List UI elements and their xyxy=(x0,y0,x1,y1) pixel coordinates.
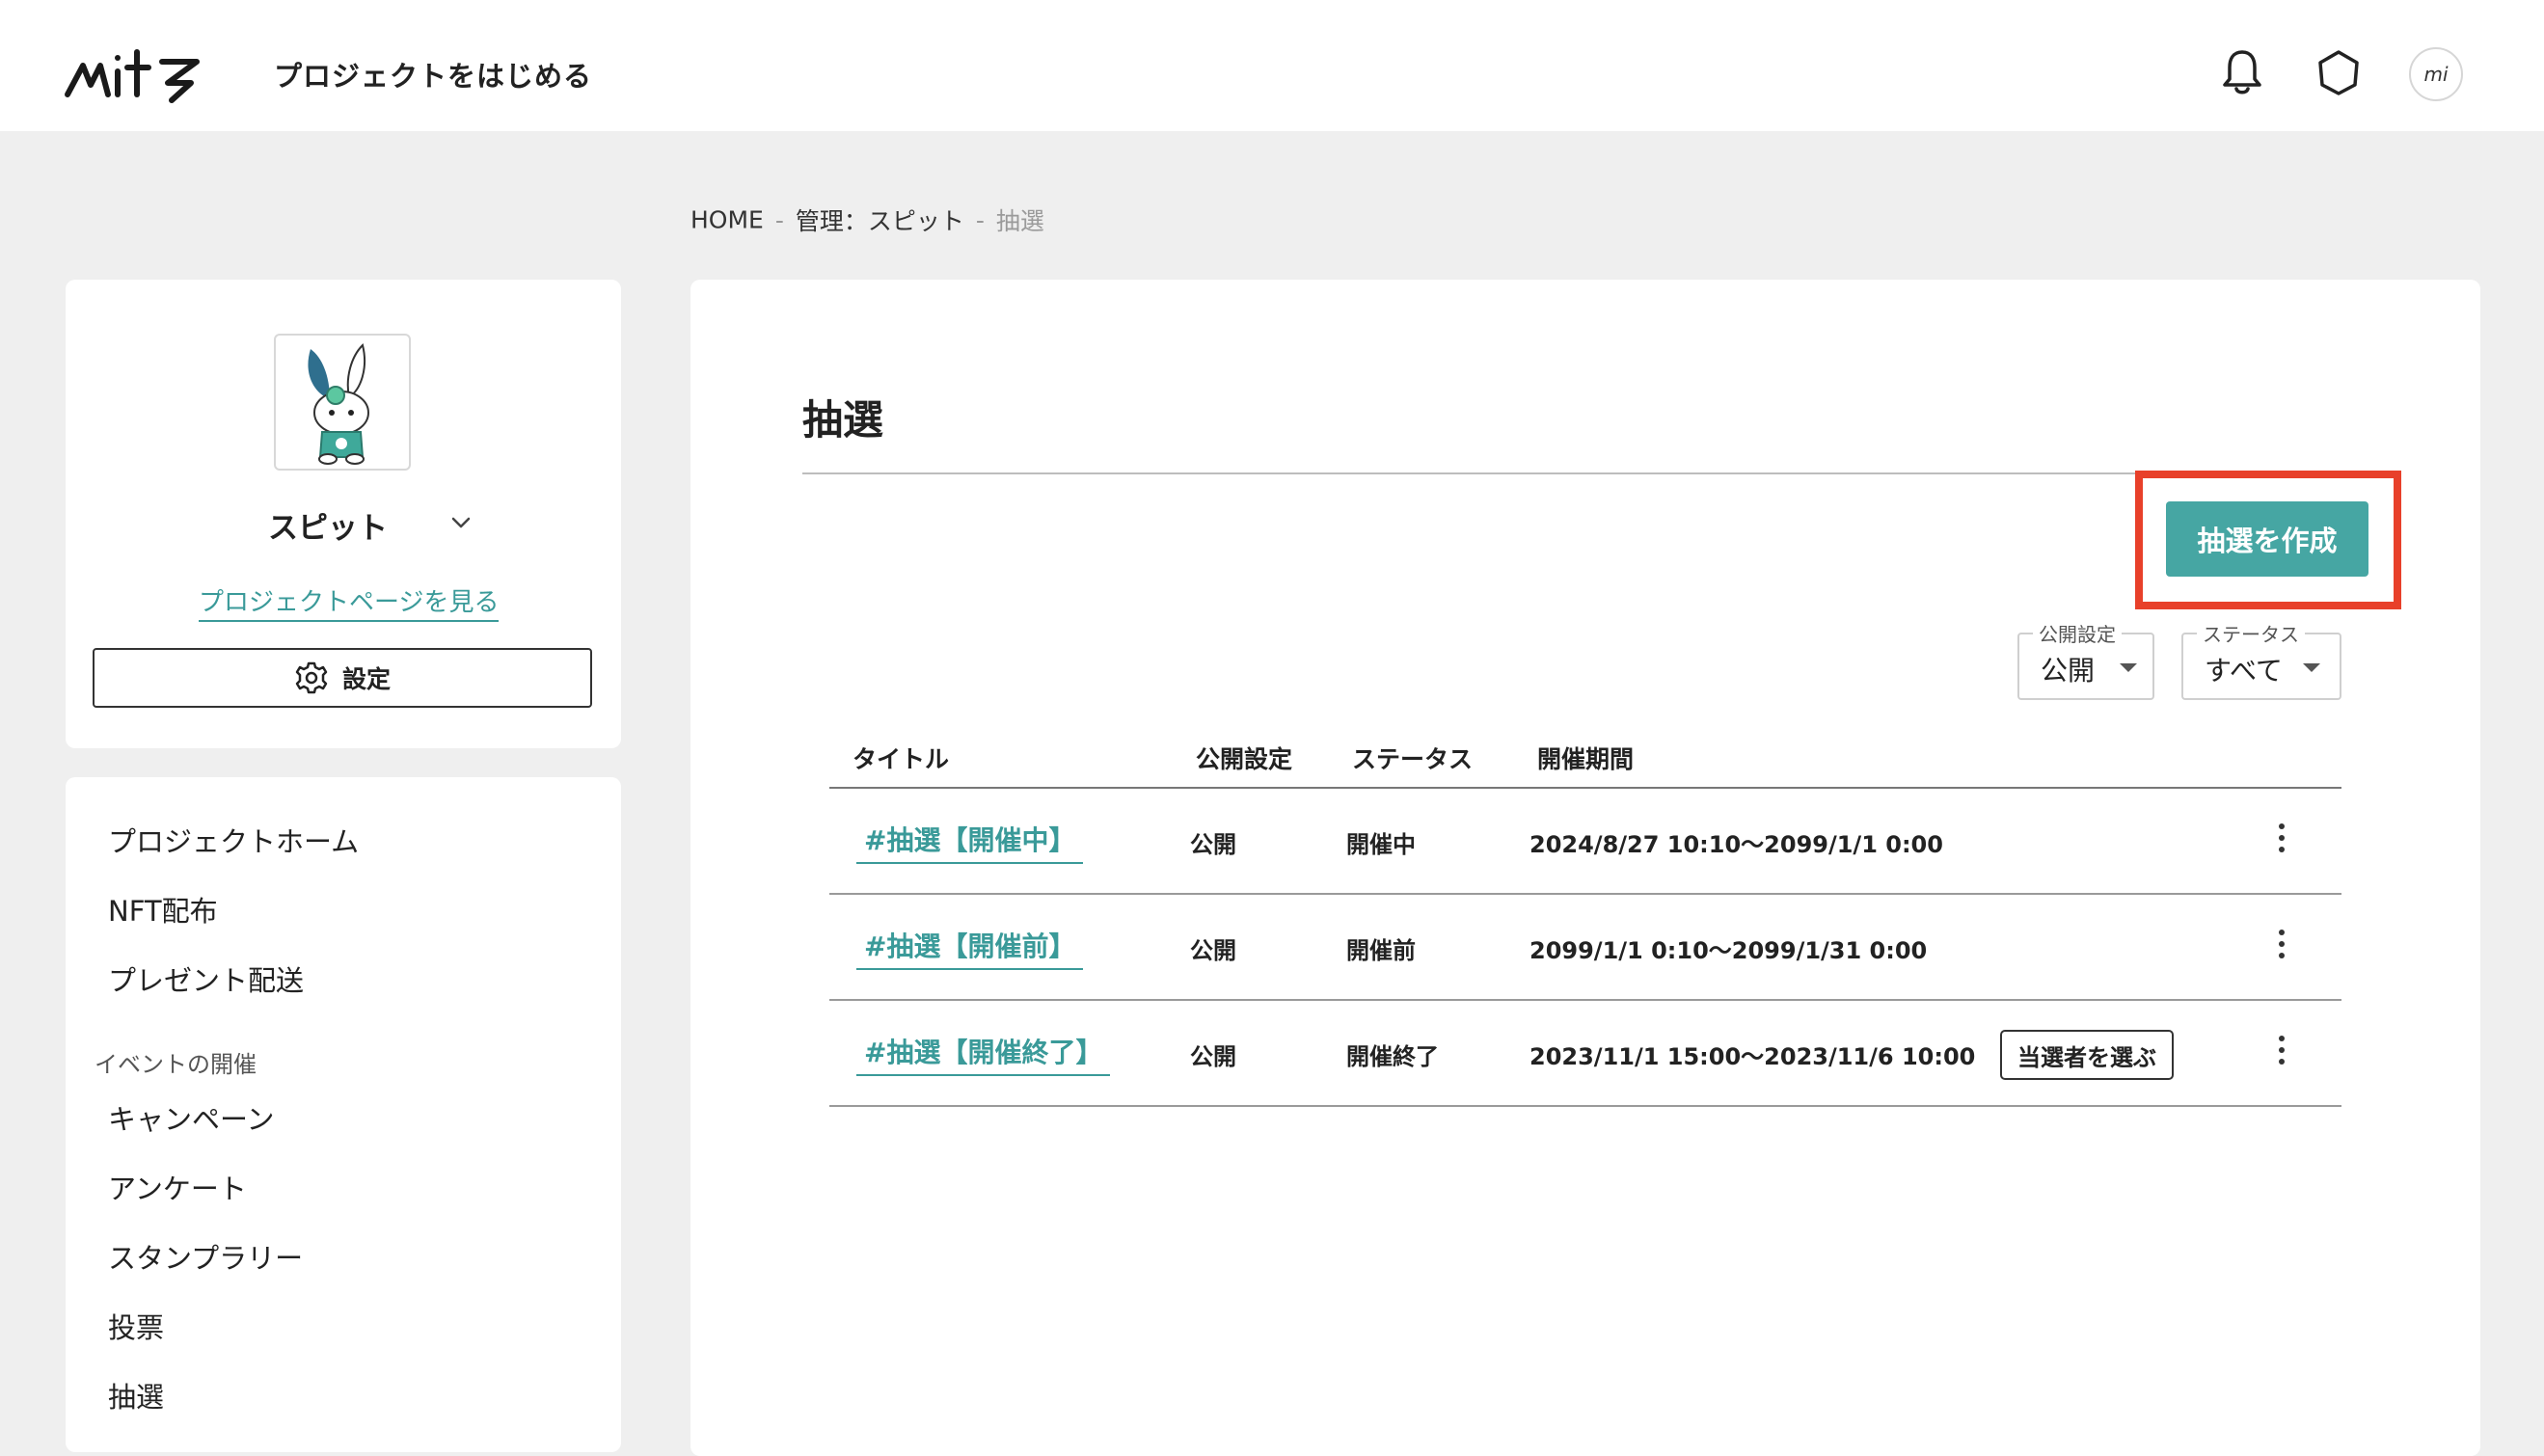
project-page-link[interactable]: プロジェクトページを見る xyxy=(199,582,500,622)
row-title-link[interactable]: #抽選【開催前】 xyxy=(856,926,1084,970)
status-filter-select[interactable]: ステータス すべて xyxy=(2181,619,2341,700)
row-period: 2024/8/27 10:10〜2099/1/1 0:00 xyxy=(1529,831,1943,858)
sidebar-item-present[interactable]: プレゼント配送 xyxy=(108,958,304,999)
project-name: スピット xyxy=(268,511,388,546)
table-row: #抽選【開催終了】 公開 開催終了 2023/11/1 15:00〜2023/1… xyxy=(829,1001,2341,1107)
visibility-filter-label: 公開設定 xyxy=(2033,619,2122,647)
visibility-filter-select[interactable]: 公開設定 公開 xyxy=(2017,619,2154,700)
settings-label: 設定 xyxy=(341,665,391,693)
row-visibility: 公開 xyxy=(1190,831,1236,858)
sidebar-item-vote[interactable]: 投票 xyxy=(108,1306,164,1346)
top-header: プロジェクトをはじめる mi xyxy=(0,0,2544,131)
row-title-link[interactable]: #抽選【開催中】 xyxy=(856,820,1084,864)
table-row: #抽選【開催前】 公開 開催前 2099/1/1 0:10〜2099/1/31 … xyxy=(829,895,2341,1001)
column-header-period: 開催期間 xyxy=(1537,745,1635,773)
settings-button[interactable]: 設定 xyxy=(93,648,592,708)
breadcrumb-separator: - xyxy=(975,205,985,234)
rabbit-mascot-image xyxy=(308,343,369,465)
breadcrumb-current: 抽選 xyxy=(995,207,1044,235)
sidebar-item-nft[interactable]: NFT配布 xyxy=(108,889,218,930)
mits-logo[interactable] xyxy=(62,44,206,104)
row-status: 開催前 xyxy=(1346,937,1416,964)
row-status: 開催中 xyxy=(1346,831,1416,858)
bell-icon[interactable] xyxy=(2216,46,2268,98)
kebab-menu-icon[interactable] xyxy=(2270,1036,2293,1074)
row-visibility: 公開 xyxy=(1190,937,1236,964)
sidebar-item-campaign[interactable]: キャンペーン xyxy=(108,1097,275,1138)
page-title: 抽選 xyxy=(802,396,884,444)
sidebar-item-stamp-rally[interactable]: スタンプラリー xyxy=(108,1236,303,1277)
row-divider xyxy=(829,1105,2341,1107)
row-period: 2099/1/1 0:10〜2099/1/31 0:00 xyxy=(1529,937,1928,964)
table-row: #抽選【開催中】 公開 開催中 2024/8/27 10:10〜2099/1/1… xyxy=(829,789,2341,895)
breadcrumb-manage[interactable]: 管理：スピット xyxy=(796,207,964,235)
status-filter-value: すべて xyxy=(2205,655,2283,687)
caret-down-icon xyxy=(2120,663,2137,672)
hexagon-icon[interactable] xyxy=(2313,46,2365,98)
sidebar-item-project-home[interactable]: プロジェクトホーム xyxy=(108,820,359,860)
kebab-menu-icon[interactable] xyxy=(2270,823,2293,862)
row-period: 2023/11/1 15:00〜2023/11/6 10:00 xyxy=(1529,1043,1976,1070)
user-avatar[interactable]: mi xyxy=(2409,47,2463,101)
sidebar-nav: プロジェクトホーム NFT配布 プレゼント配送 イベントの開催 キャンペーン ア… xyxy=(66,777,621,1452)
breadcrumb-home[interactable]: HOME xyxy=(690,206,764,234)
sidebar-section-events: イベントの開催 xyxy=(95,1051,257,1078)
choose-winner-button[interactable]: 当選者を選ぶ xyxy=(2000,1030,2174,1080)
main-content-card: 抽選 抽選を作成 公開設定 公開 ステータス すべて タイトル 公開設定 ステー… xyxy=(690,280,2480,1456)
column-header-title: タイトル xyxy=(853,745,950,773)
column-header-status: ステータス xyxy=(1352,745,1474,773)
sidebar-item-survey[interactable]: アンケート xyxy=(108,1167,247,1207)
breadcrumb: HOME - 管理：スピット - 抽選 xyxy=(690,202,1044,237)
breadcrumb-separator: - xyxy=(774,205,784,234)
sidebar-item-lottery[interactable]: 抽選 xyxy=(108,1375,164,1416)
row-title-link[interactable]: #抽選【開催終了】 xyxy=(856,1032,1111,1076)
chevron-down-icon[interactable] xyxy=(442,503,480,542)
status-filter-label: ステータス xyxy=(2197,619,2305,647)
column-header-visibility: 公開設定 xyxy=(1196,745,1293,773)
gear-icon xyxy=(295,661,328,694)
project-card: スピット プロジェクトページを見る 設定 xyxy=(66,280,621,748)
kebab-menu-icon[interactable] xyxy=(2270,930,2293,968)
visibility-filter-value: 公開 xyxy=(2041,655,2096,687)
start-project-link[interactable]: プロジェクトをはじめる xyxy=(274,54,592,94)
row-visibility: 公開 xyxy=(1190,1043,1236,1070)
caret-down-icon xyxy=(2303,663,2320,672)
project-avatar xyxy=(274,334,411,471)
create-lottery-button[interactable]: 抽選を作成 xyxy=(2166,501,2368,577)
row-status: 開催終了 xyxy=(1346,1043,1439,1070)
